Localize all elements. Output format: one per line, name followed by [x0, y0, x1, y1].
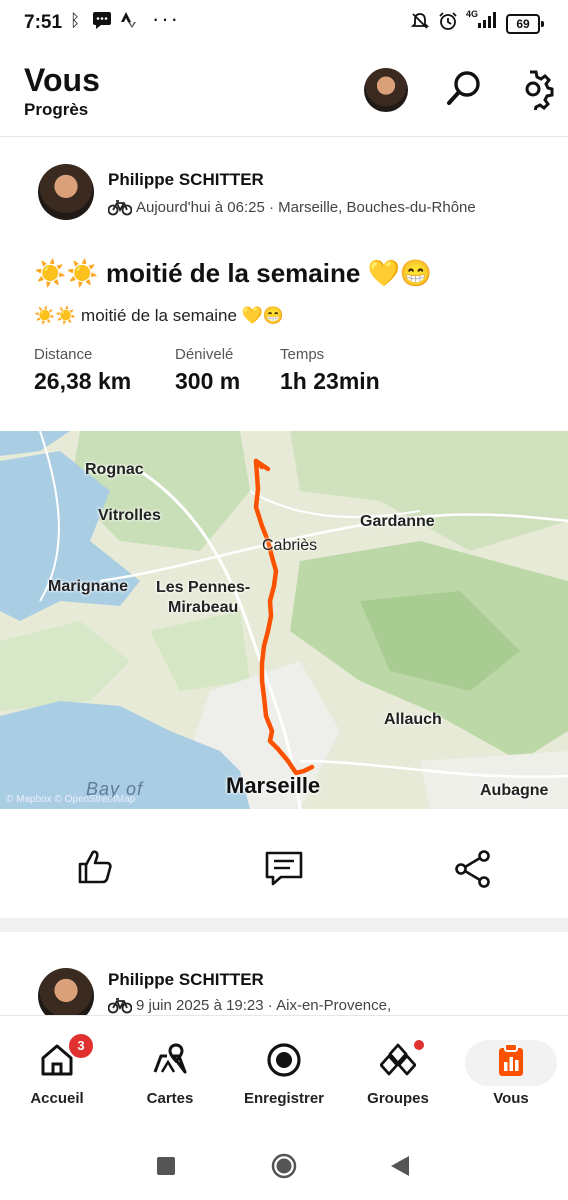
nav-label-cartes: Cartes — [146, 1090, 194, 1107]
stats-clipboard-icon — [499, 1043, 523, 1076]
nav-item-accueil[interactable]: 3 Accueil — [5, 1016, 109, 1132]
map-label-aubagne: Aubagne — [480, 782, 549, 799]
map-label-les-pennes: Les Pennes- — [156, 579, 251, 596]
nav-item-enregistrer[interactable]: Enregistrer — [232, 1016, 336, 1132]
notification-badge: 3 — [67, 1032, 95, 1060]
author-name-2[interactable]: Philippe SCHITTER — [108, 970, 264, 990]
notification-dot — [414, 1040, 424, 1050]
bluetooth-icon: ᛒ — [70, 11, 81, 30]
comment-icon[interactable] — [264, 850, 304, 893]
map-label-vitrolles: Vitrolles — [98, 507, 161, 524]
nav-item-cartes[interactable]: Cartes — [118, 1016, 222, 1132]
map-label-mirabeau: Mirabeau — [168, 599, 239, 616]
feed-divider — [0, 918, 568, 932]
bottom-navigation: 3 Accueil Cartes Enregistrer Groupes Vou… — [0, 1015, 568, 1132]
activity-title[interactable]: ☀️☀️ moitié de la semaine 💛😁 — [34, 258, 432, 289]
nav-label-accueil: Accueil — [30, 1090, 84, 1107]
nav-item-vous[interactable]: Vous — [459, 1016, 563, 1132]
thumbs-up-icon[interactable] — [76, 848, 114, 891]
map-background — [0, 431, 568, 809]
stat-value-time: 1h 23min — [280, 368, 380, 394]
recents-icon[interactable] — [157, 1157, 175, 1180]
settings-gear-icon[interactable] — [512, 68, 554, 115]
nav-label-vous: Vous — [493, 1090, 529, 1107]
map-label-rognac: Rognac — [85, 461, 144, 478]
message-icon — [92, 11, 112, 34]
map-attribution[interactable]: © Mapbox © OpenStreetMap — [6, 794, 135, 805]
activity-meta: Aujourd'hui à 06:25 · Marseille, Bouches… — [107, 198, 476, 220]
page-header: Vous Progrès — [0, 58, 568, 137]
stat-label-elevation: Dénivelé — [175, 346, 234, 363]
profile-avatar[interactable] — [364, 68, 408, 112]
post-actions — [0, 820, 568, 918]
signal-icon — [476, 11, 498, 34]
activity-meta-text-2: 9 juin 2025 à 19:23 · Aix-en-Provence, — [136, 997, 392, 1014]
share-icon[interactable] — [454, 850, 492, 893]
status-bar: 7:51 ᛒ ··· 4G 69 — [0, 0, 568, 46]
nav-label-enregistrer: Enregistrer — [243, 1090, 325, 1107]
page-subtitle[interactable]: Progrès — [24, 100, 88, 120]
alarm-icon — [438, 11, 458, 36]
route-map[interactable]: Rognac Vitrolles Gardanne Cabriès Marign… — [0, 431, 568, 809]
map-label-allauch: Allauch — [384, 711, 442, 728]
map-label-marseille: Marseille — [226, 773, 321, 798]
activity-description: ☀️☀️ moitié de la semaine 💛😁 — [34, 306, 285, 325]
nav-item-groupes[interactable]: Groupes — [346, 1016, 450, 1132]
record-icon — [267, 1043, 301, 1077]
map-label-marignane: Marignane — [48, 578, 129, 595]
search-icon[interactable] — [444, 68, 484, 113]
author-name[interactable]: Philippe SCHITTER — [108, 170, 264, 190]
map-label-cabries: Cabriès — [262, 537, 318, 554]
status-time: 7:51 — [24, 12, 63, 33]
system-navigation — [0, 1131, 568, 1200]
nav-label-groupes: Groupes — [367, 1090, 429, 1107]
more-notifications-icon: ··· — [152, 6, 180, 31]
groups-icon — [380, 1043, 416, 1076]
battery-indicator: 69 — [506, 14, 544, 34]
stat-label-time: Temps — [280, 346, 325, 363]
strava-notification-icon — [120, 11, 136, 34]
stat-value-elevation: 300 m — [175, 368, 241, 394]
map-label-gardanne: Gardanne — [360, 513, 435, 530]
stat-label-distance: Distance — [34, 346, 93, 363]
map-icon — [153, 1043, 187, 1074]
silent-icon — [410, 11, 430, 36]
home-button-icon[interactable] — [271, 1153, 297, 1184]
back-icon[interactable] — [390, 1155, 410, 1182]
page-title: Vous — [24, 62, 100, 98]
stat-value-distance: 26,38 km — [34, 368, 132, 394]
bike-icon — [107, 198, 133, 220]
activity-meta-text: Aujourd'hui à 06:25 · Marseille, Bouches… — [136, 199, 476, 216]
author-avatar[interactable] — [38, 164, 94, 220]
